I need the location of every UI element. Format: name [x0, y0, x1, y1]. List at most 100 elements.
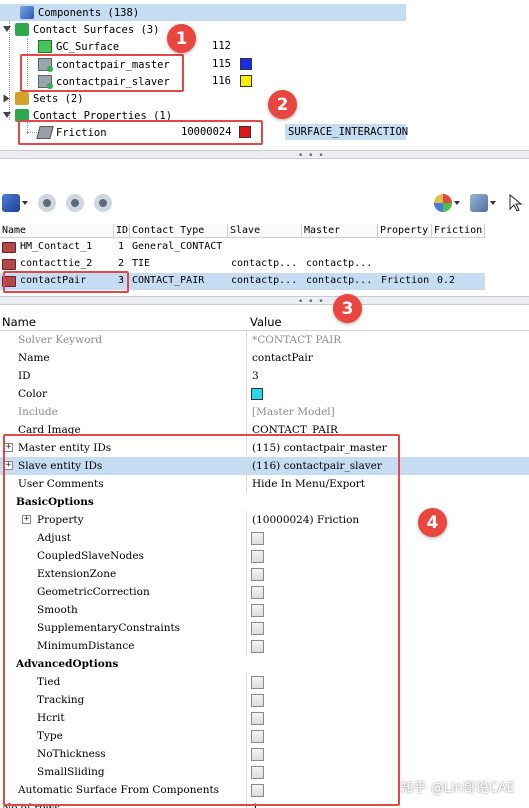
show-button[interactable]: [38, 192, 56, 214]
row-type: General_CONTACT: [132, 241, 223, 252]
entity-type-icon: [2, 194, 20, 212]
column-divider: [246, 331, 247, 349]
contact-surfaces-icon: [15, 23, 29, 36]
tree-label: Contact Surfaces (3): [33, 23, 160, 36]
chevron-down-icon: [22, 201, 28, 205]
eye-isolate-icon: [66, 194, 84, 212]
annotation-badge-4: 4: [418, 508, 447, 537]
prop-name-field[interactable]: Name contactPair: [0, 349, 529, 367]
prop-name: ID: [18, 370, 31, 382]
contact-icon: [2, 259, 16, 270]
annotation-badge-2: 2: [268, 90, 297, 119]
tree-label: GC_Surface: [56, 40, 120, 53]
header-value: Value: [250, 315, 282, 329]
properties-header: Name Value: [0, 313, 529, 331]
tree-item-contact-surfaces[interactable]: Contact Surfaces (3): [3, 21, 159, 38]
column-divider: [246, 367, 247, 385]
gc-surface-id: 112: [212, 40, 231, 52]
color-swatch[interactable]: [251, 388, 263, 400]
row-slave: contactp...: [231, 258, 298, 269]
row-id: 1: [118, 241, 125, 252]
prop-name: Solver Keyword: [18, 334, 103, 346]
annotation-badge-1: 1: [167, 24, 196, 53]
column-header-slave[interactable]: Slave: [228, 224, 302, 238]
prop-solver-keyword: Solver Keyword *CONTACT PAIR: [0, 331, 529, 349]
tree-item-gc-surface[interactable]: GC_Surface: [38, 38, 119, 55]
expand-toggle-icon[interactable]: [3, 112, 11, 119]
annotation-box-4: [3, 434, 400, 806]
prop-value: *CONTACT PAIR: [252, 334, 342, 346]
prop-name: Include: [18, 406, 58, 418]
row-type: TIE: [132, 258, 151, 269]
panel-splitter[interactable]: • • •: [0, 296, 529, 307]
panel-splitter[interactable]: • • •: [0, 150, 529, 161]
header-name: Name: [2, 315, 36, 329]
row-name: HM_Contact_1: [20, 241, 93, 252]
prop-value[interactable]: contactPair: [252, 349, 313, 367]
prop-color[interactable]: Color: [0, 385, 529, 403]
splitter-grip: • • •: [298, 151, 325, 161]
row-slave: contactp...: [231, 275, 298, 286]
friction-type: SURFACE_INTERACTION: [288, 126, 409, 138]
prop-id[interactable]: ID 3: [0, 367, 529, 385]
components-icon: [20, 6, 34, 19]
slaver-color-swatch[interactable]: [240, 75, 252, 87]
entity-editor-toolbar: [0, 182, 529, 224]
tree-item-sets[interactable]: Sets (2): [3, 90, 84, 107]
isolate-button[interactable]: [66, 192, 84, 214]
contact-entity-table: Name ID Contact Type Slave Master Proper…: [0, 224, 529, 296]
prop-name: Color: [18, 388, 48, 400]
prop-name: Name: [18, 352, 50, 364]
contact-icon: [2, 242, 16, 253]
tree-label: Components (138): [38, 6, 140, 19]
row-name: contacttie_2: [20, 258, 93, 269]
column-header-property[interactable]: Property: [378, 224, 432, 238]
entity-properties-panel: Name Value Solver Keyword *CONTACT PAIR …: [0, 310, 529, 808]
annotation-box-2: [18, 120, 263, 145]
hide-button[interactable]: [94, 192, 112, 214]
tree-item-components[interactable]: Components (138): [0, 4, 406, 21]
display-mode-button[interactable]: [470, 192, 496, 214]
eye-icon: [38, 194, 56, 212]
select-tool-button[interactable]: [509, 192, 523, 214]
master-id: 115: [212, 58, 231, 70]
table-row[interactable]: HM_Contact_1 1 General_CONTACT: [0, 239, 529, 256]
column-header-contact-type[interactable]: Contact Type: [130, 224, 228, 238]
slaver-id: 116: [212, 75, 231, 87]
watermark: 知乎 @Lin哥说CAE: [400, 781, 515, 796]
row-friction: 0.2: [437, 275, 456, 286]
surface-icon: [38, 40, 52, 53]
cursor-arrow-icon: [509, 194, 523, 212]
color-mode-button[interactable]: [434, 192, 460, 214]
color-palette-icon: [434, 194, 452, 212]
entity-type-button[interactable]: [2, 192, 28, 214]
display-mode-icon: [470, 194, 488, 212]
prop-include: Include [Master Model]: [0, 403, 529, 421]
prop-value: [Master Model]: [252, 406, 335, 418]
tree-label: Sets (2): [33, 92, 84, 105]
row-property: Friction: [381, 275, 430, 286]
expand-toggle-icon[interactable]: [3, 94, 11, 103]
chevron-down-icon: [490, 201, 496, 205]
master-color-swatch[interactable]: [240, 58, 252, 70]
annotation-box-1: [20, 54, 184, 92]
row-master: contactp...: [306, 258, 373, 269]
splitter-grip: • • •: [298, 297, 325, 307]
row-type: CONTACT_PAIR: [132, 275, 205, 286]
prop-value[interactable]: 3: [252, 367, 259, 385]
model-browser-tree: Components (138) Contact Surfaces (3) GC…: [0, 0, 529, 160]
row-id: 2: [118, 258, 125, 269]
column-header-id[interactable]: ID: [114, 224, 130, 238]
column-divider: [246, 403, 247, 421]
eye-hide-icon: [94, 194, 112, 212]
column-divider: [246, 349, 247, 367]
chevron-down-icon: [454, 201, 460, 205]
column-header-friction[interactable]: Friction: [432, 224, 485, 238]
expand-toggle-icon[interactable]: [3, 26, 11, 33]
column-divider: [246, 385, 247, 403]
annotation-box-3: [3, 271, 129, 293]
column-header-name[interactable]: Name: [0, 224, 114, 238]
sets-icon: [15, 92, 29, 105]
column-header-master[interactable]: Master: [302, 224, 378, 238]
row-master: contactp...: [306, 275, 373, 286]
